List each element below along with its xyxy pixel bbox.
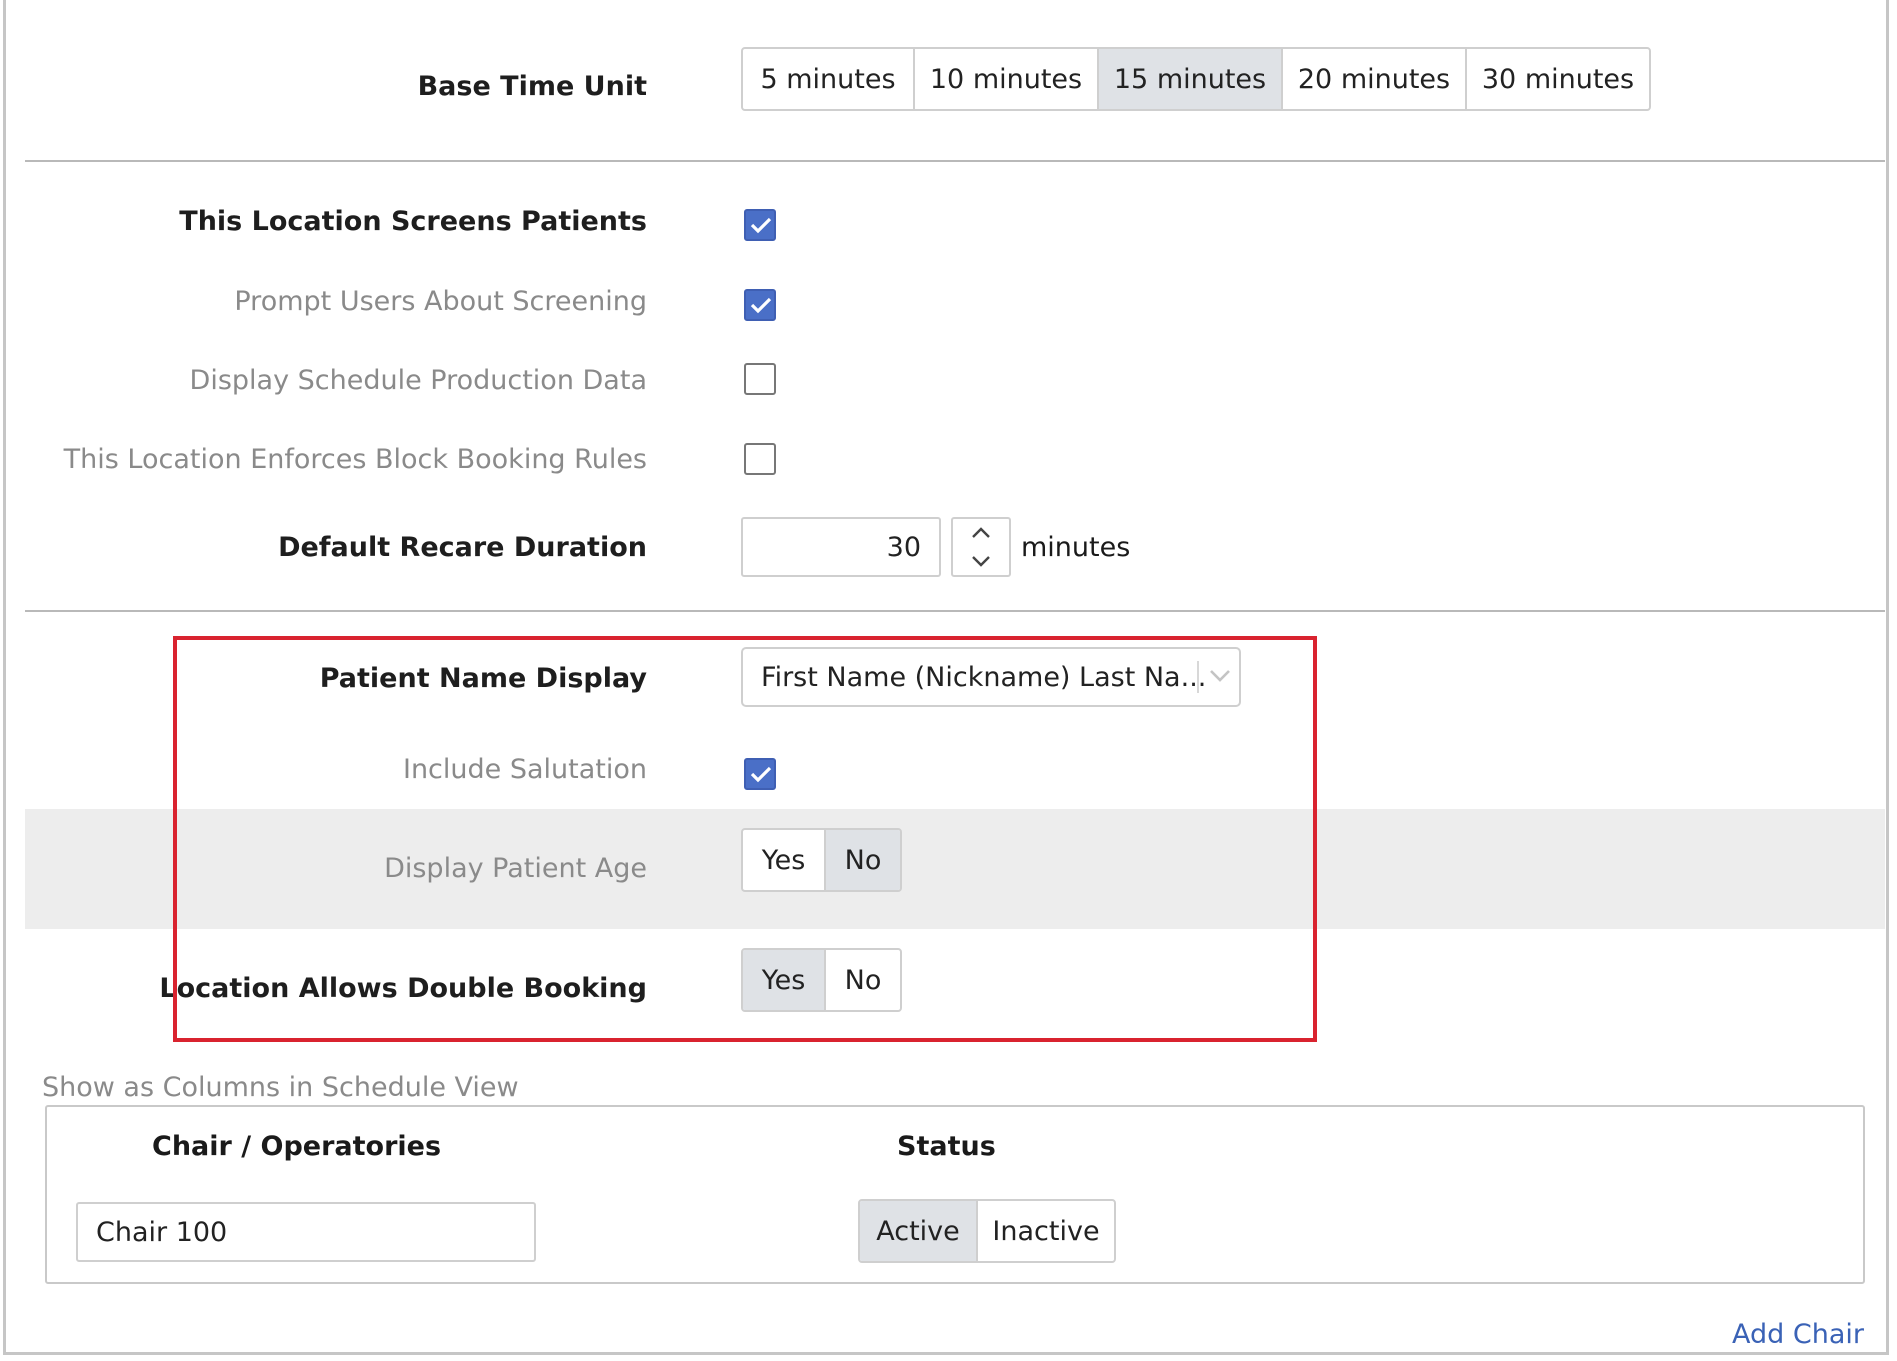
screens-patients-label: This Location Screens Patients: [179, 206, 647, 237]
highlight-box: [173, 636, 1317, 1042]
checkmark-icon: [750, 217, 772, 234]
columns-legend: Show as Columns in Schedule View: [42, 1072, 519, 1103]
chair-name-value: Chair 100: [96, 1216, 228, 1248]
time-unit-30-button[interactable]: 30 minutes: [1465, 49, 1649, 109]
display-production-checkbox[interactable]: [744, 363, 776, 395]
prompt-users-checkbox[interactable]: [744, 289, 776, 321]
prompt-users-label: Prompt Users About Screening: [234, 286, 647, 317]
time-unit-5-button[interactable]: 5 minutes: [743, 49, 913, 109]
status-inactive-button[interactable]: Inactive: [976, 1201, 1114, 1261]
display-production-label: Display Schedule Production Data: [189, 365, 647, 396]
enforce-block-booking-checkbox[interactable]: [744, 443, 776, 475]
chair-status-toggle: Active Inactive: [858, 1199, 1116, 1263]
base-time-unit-segmented: 5 minutes 10 minutes 15 minutes 20 minut…: [741, 47, 1651, 111]
chevron-down-icon: [972, 556, 990, 567]
stepper-up-button[interactable]: [953, 519, 1009, 547]
chair-operatories-header: Chair / Operatories: [152, 1131, 442, 1162]
time-unit-10-button[interactable]: 10 minutes: [913, 49, 1097, 109]
checkmark-icon: [750, 297, 772, 314]
stepper-down-button[interactable]: [953, 547, 1009, 575]
divider: [25, 610, 1885, 612]
recare-duration-unit: minutes: [1021, 532, 1131, 563]
recare-duration-value: 30: [886, 531, 921, 563]
screens-patients-checkbox[interactable]: [744, 209, 776, 241]
recare-duration-stepper: [951, 517, 1011, 577]
settings-panel: Base Time Unit 5 minutes 10 minutes 15 m…: [3, 0, 1889, 1355]
time-unit-20-button[interactable]: 20 minutes: [1281, 49, 1465, 109]
base-time-unit-label: Base Time Unit: [417, 71, 647, 102]
recare-duration-input[interactable]: 30: [741, 517, 941, 577]
time-unit-15-button[interactable]: 15 minutes: [1097, 49, 1281, 109]
add-chair-link[interactable]: Add Chair: [1732, 1318, 1864, 1352]
status-header: Status: [897, 1131, 996, 1162]
chevron-up-icon: [972, 527, 990, 538]
divider: [25, 160, 1885, 162]
status-active-button[interactable]: Active: [860, 1201, 976, 1261]
enforce-block-booking-label: This Location Enforces Block Booking Rul…: [63, 444, 647, 475]
chair-name-input[interactable]: Chair 100: [76, 1202, 536, 1262]
recare-duration-label: Default Recare Duration: [278, 532, 647, 563]
